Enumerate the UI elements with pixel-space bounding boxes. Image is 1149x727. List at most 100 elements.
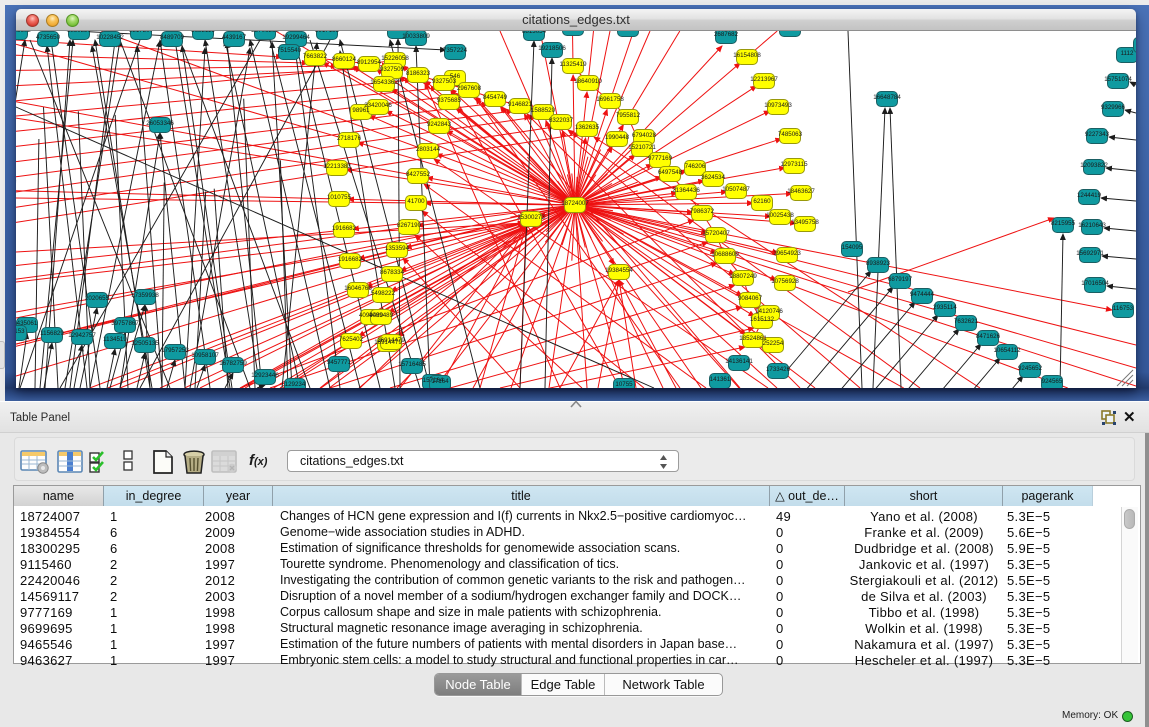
svg-text:6794028: 6794028 xyxy=(632,132,657,139)
svg-text:19218506: 19218506 xyxy=(538,45,566,52)
svg-text:39757867: 39757867 xyxy=(111,320,139,327)
svg-text:9084067: 9084067 xyxy=(738,295,763,302)
svg-text:9457771: 9457771 xyxy=(327,359,352,366)
svg-text:1839221: 1839221 xyxy=(67,31,92,34)
svg-text:10973493: 10973493 xyxy=(764,102,792,109)
svg-text:10958107: 10958107 xyxy=(191,352,219,359)
svg-text:141361: 141361 xyxy=(710,376,731,383)
svg-text:16210643: 16210643 xyxy=(1078,222,1106,229)
svg-text:17016504: 17016504 xyxy=(1081,280,1109,287)
svg-text:17957253: 17957253 xyxy=(161,347,189,354)
svg-text:18724007: 18724007 xyxy=(561,200,589,207)
svg-text:7357224: 7357224 xyxy=(443,47,468,54)
svg-text:25300273: 25300273 xyxy=(517,214,545,221)
svg-text:1990448: 1990448 xyxy=(605,134,630,141)
svg-text:19384554: 19384554 xyxy=(605,267,633,274)
svg-text:154095: 154095 xyxy=(842,244,863,251)
svg-text:15692971: 15692971 xyxy=(1076,250,1104,257)
svg-text:9375685: 9375685 xyxy=(437,97,462,104)
svg-text:8454749: 8454749 xyxy=(483,94,508,101)
svg-text:1733426: 1733426 xyxy=(766,366,791,373)
svg-text:10654112: 10654112 xyxy=(993,347,1021,354)
svg-text:1916682: 1916682 xyxy=(338,256,363,263)
svg-text:9217207: 9217207 xyxy=(129,31,154,34)
svg-text:1112: 1112 xyxy=(1121,50,1134,57)
svg-text:19654923: 19654923 xyxy=(773,250,801,257)
svg-text:15716485: 15716485 xyxy=(398,361,426,368)
svg-text:26053346: 26053346 xyxy=(146,120,174,127)
svg-text:19299464: 19299464 xyxy=(282,34,310,41)
svg-text:1588520: 1588520 xyxy=(531,107,556,114)
svg-text:22455603: 22455603 xyxy=(16,31,31,34)
svg-text:9329966: 9329966 xyxy=(1101,104,1126,111)
svg-text:15720407: 15720407 xyxy=(702,230,730,237)
svg-text:10755: 10755 xyxy=(615,381,633,388)
svg-text:2687682: 2687682 xyxy=(714,31,739,38)
svg-text:16543362: 16543362 xyxy=(370,79,398,86)
svg-text:924565: 924565 xyxy=(1042,378,1063,385)
svg-text:1615132: 1615132 xyxy=(750,316,775,323)
svg-text:746206: 746206 xyxy=(685,163,706,170)
svg-text:8912954: 8912954 xyxy=(357,59,382,66)
svg-text:435061: 435061 xyxy=(17,320,38,327)
svg-text:16961758: 16961758 xyxy=(596,96,624,103)
svg-text:7625402: 7625402 xyxy=(339,336,364,343)
svg-text:12942757: 12942757 xyxy=(68,332,96,339)
svg-text:18807249: 18807249 xyxy=(729,273,757,280)
svg-text:13495758: 13495758 xyxy=(791,219,819,226)
svg-text:8215955: 8215955 xyxy=(1051,220,1076,227)
svg-text:41700: 41700 xyxy=(407,198,425,205)
svg-text:7485063: 7485063 xyxy=(778,131,803,138)
svg-text:1353594: 1353594 xyxy=(385,245,410,252)
svg-text:39153: 39153 xyxy=(16,328,25,335)
svg-text:1244419: 1244419 xyxy=(1077,192,1102,199)
svg-text:252254: 252254 xyxy=(763,340,784,347)
svg-text:1362635: 1362635 xyxy=(575,124,600,131)
svg-text:2935114: 2935114 xyxy=(933,304,957,311)
svg-text:11325419: 11325419 xyxy=(559,61,587,68)
svg-text:15751074: 15751074 xyxy=(1104,76,1132,83)
svg-text:8322037: 8322037 xyxy=(549,117,574,124)
svg-text:4099489: 4099489 xyxy=(369,312,394,319)
svg-text:9777169: 9777169 xyxy=(648,155,673,162)
svg-text:7986372: 7986372 xyxy=(690,208,715,215)
svg-text:116753: 116753 xyxy=(1113,305,1134,312)
svg-text:9146821: 9146821 xyxy=(508,101,533,108)
svg-text:12093822: 12093822 xyxy=(1080,162,1108,169)
svg-text:9474444: 9474444 xyxy=(910,291,935,298)
svg-text:8471626: 8471626 xyxy=(976,333,1001,340)
svg-text:6879197: 6879197 xyxy=(888,276,913,283)
svg-text:3624534: 3624534 xyxy=(701,174,726,181)
svg-text:9327503: 9327503 xyxy=(432,78,457,85)
svg-text:10033809: 10033809 xyxy=(402,33,430,40)
svg-text:4439167: 4439167 xyxy=(222,34,247,41)
svg-text:18463627: 18463627 xyxy=(787,188,815,195)
svg-text:62160: 62160 xyxy=(753,198,771,205)
svg-text:9327509: 9327509 xyxy=(380,66,405,73)
svg-text:12213967: 12213967 xyxy=(750,76,778,83)
svg-text:2803144: 2803144 xyxy=(416,146,441,153)
svg-text:15226058: 15226058 xyxy=(381,55,409,62)
svg-text:8813054: 8813054 xyxy=(522,31,547,35)
svg-text:12973115: 12973115 xyxy=(780,161,808,168)
svg-text:17359938: 17359938 xyxy=(131,292,159,299)
svg-text:16782759: 16782759 xyxy=(219,360,247,367)
svg-text:17164: 17164 xyxy=(431,378,449,385)
svg-text:15210721: 15210721 xyxy=(628,144,656,151)
svg-text:16046766: 16046766 xyxy=(344,285,372,292)
svg-text:23706266: 23706266 xyxy=(251,31,279,34)
svg-text:2718176: 2718176 xyxy=(337,135,362,142)
svg-text:10756928: 10756928 xyxy=(771,278,799,285)
svg-text:9242843: 9242843 xyxy=(427,121,452,128)
svg-text:21364436: 21364436 xyxy=(672,187,700,194)
svg-text:14120746: 14120746 xyxy=(755,308,783,315)
svg-text:129234: 129234 xyxy=(285,381,306,388)
svg-text:8427552: 8427552 xyxy=(406,171,431,178)
svg-text:18640910: 18640910 xyxy=(574,78,602,85)
svg-text:4735650: 4735650 xyxy=(36,34,61,41)
svg-text:2967608: 2967608 xyxy=(457,85,482,92)
svg-text:7663822: 7663822 xyxy=(303,53,328,60)
svg-text:9227343: 9227343 xyxy=(1085,131,1110,138)
svg-text:1134519: 1134519 xyxy=(103,336,127,343)
svg-text:23420046: 23420046 xyxy=(364,102,392,109)
